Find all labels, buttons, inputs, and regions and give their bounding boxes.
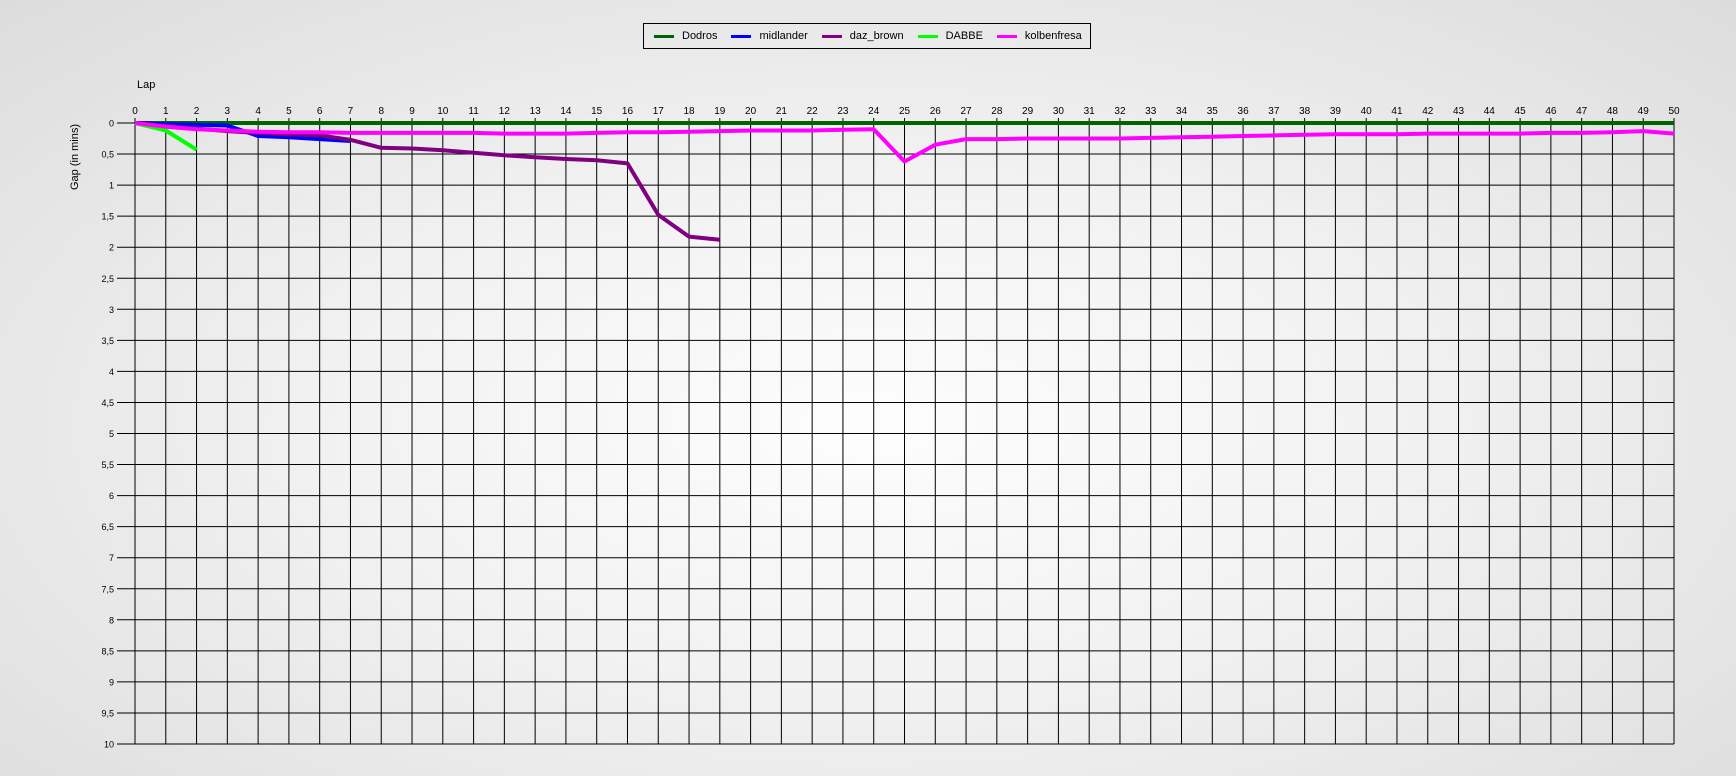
x-tick-label: 44 [1484,106,1496,117]
x-tick-label: 5 [286,106,292,117]
x-tick-label: 45 [1515,106,1527,117]
x-tick-label: 9 [409,106,415,117]
series-line-daz-brown [134,121,721,242]
x-tick-label: 13 [530,106,542,117]
x-tick-label: 23 [837,106,849,117]
y-tick-label: 5 [109,429,114,439]
y-tick-label: 0 [109,119,114,129]
y-tick-label: 3 [109,305,114,315]
x-tick-label: 27 [960,106,972,117]
y-tick-label: 4 [109,367,114,377]
y-tick-label: 8 [109,615,114,625]
y-tick-label: 1,5 [101,212,114,222]
y-tick-label: 2,5 [101,274,114,284]
y-tick-label: 7,5 [101,584,114,594]
x-axis-label: Lap [137,79,155,91]
x-tick-label: 33 [1145,106,1157,117]
x-tick-label: 7 [348,106,354,117]
x-tick-label: 48 [1607,106,1619,117]
tick-labels: 0 1 2 3 4 5 6 7 8 9 10 11 12 13 14 15 16 17 18 19 20 21 22 23 24… [101,106,1680,750]
x-tick-label: 37 [1268,106,1280,117]
y-tick-label: 1 [109,181,114,191]
x-tick-label: 24 [868,106,880,117]
x-tick-label: 20 [745,106,757,117]
x-tick-label: 4 [255,106,261,117]
x-tick-label: 6 [317,106,323,117]
x-tick-label: 47 [1576,106,1588,117]
x-tick-label: 10 [437,106,449,117]
x-tick-label: 19 [714,106,726,117]
y-tick-label: 9,5 [101,708,114,718]
x-tick-label: 46 [1545,106,1557,117]
y-tick-label: 0,5 [101,150,114,160]
x-tick-label: 16 [622,106,634,117]
y-tick-label: 9 [109,677,114,687]
x-tick-label: 30 [1053,106,1065,117]
x-tick-label: 15 [591,106,603,117]
y-tick-label: 4,5 [101,398,114,408]
grid [117,118,1675,745]
x-tick-label: 14 [560,106,572,117]
y-tick-label: 8,5 [101,646,114,656]
x-tick-label: 12 [499,106,511,117]
y-tick-label: 5,5 [101,460,114,470]
x-tick-label: 3 [225,106,231,117]
x-tick-label: 38 [1299,106,1311,117]
x-tick-label: 18 [683,106,695,117]
lap-gap-chart: 0 1 2 3 4 5 6 7 8 9 10 11 12 13 14 15 16 17 18 19 20 21 22 23 24… [69,79,1680,750]
x-tick-label: 42 [1422,106,1434,117]
x-tick-label: 25 [899,106,911,117]
x-tick-label: 43 [1453,106,1465,117]
x-tick-label: 49 [1638,106,1650,117]
x-tick-label: 1 [163,106,169,117]
x-tick-label: 41 [1391,106,1403,117]
x-tick-label: 17 [653,106,665,117]
x-tick-label: 22 [807,106,819,117]
x-tick-label: 32 [1114,106,1126,117]
x-tick-label: 34 [1176,106,1188,117]
x-tick-label: 36 [1238,106,1250,117]
x-tick-label: 21 [776,106,788,117]
x-tick-label: 28 [991,106,1003,117]
x-tick-label: 8 [378,106,384,117]
y-tick-label: 10 [104,740,114,750]
x-tick-label: 50 [1668,106,1680,117]
y-axis-label: Gap (in mins) [69,124,81,190]
y-tick-label: 6,5 [101,522,114,532]
x-tick-label: 2 [194,106,200,117]
x-tick-label: 29 [1022,106,1034,117]
x-tick-label: 40 [1361,106,1373,117]
x-tick-label: 11 [468,106,479,117]
x-tick-label: 39 [1330,106,1342,117]
x-tick-label: 35 [1207,106,1219,117]
x-tick-label: 31 [1084,106,1096,117]
x-tick-label: 26 [930,106,942,117]
y-tick-label: 2 [109,243,114,253]
y-tick-label: 7 [109,553,114,563]
y-tick-label: 6 [109,491,114,501]
y-tick-label: 3,5 [101,336,114,346]
x-tick-label: 0 [132,106,138,117]
